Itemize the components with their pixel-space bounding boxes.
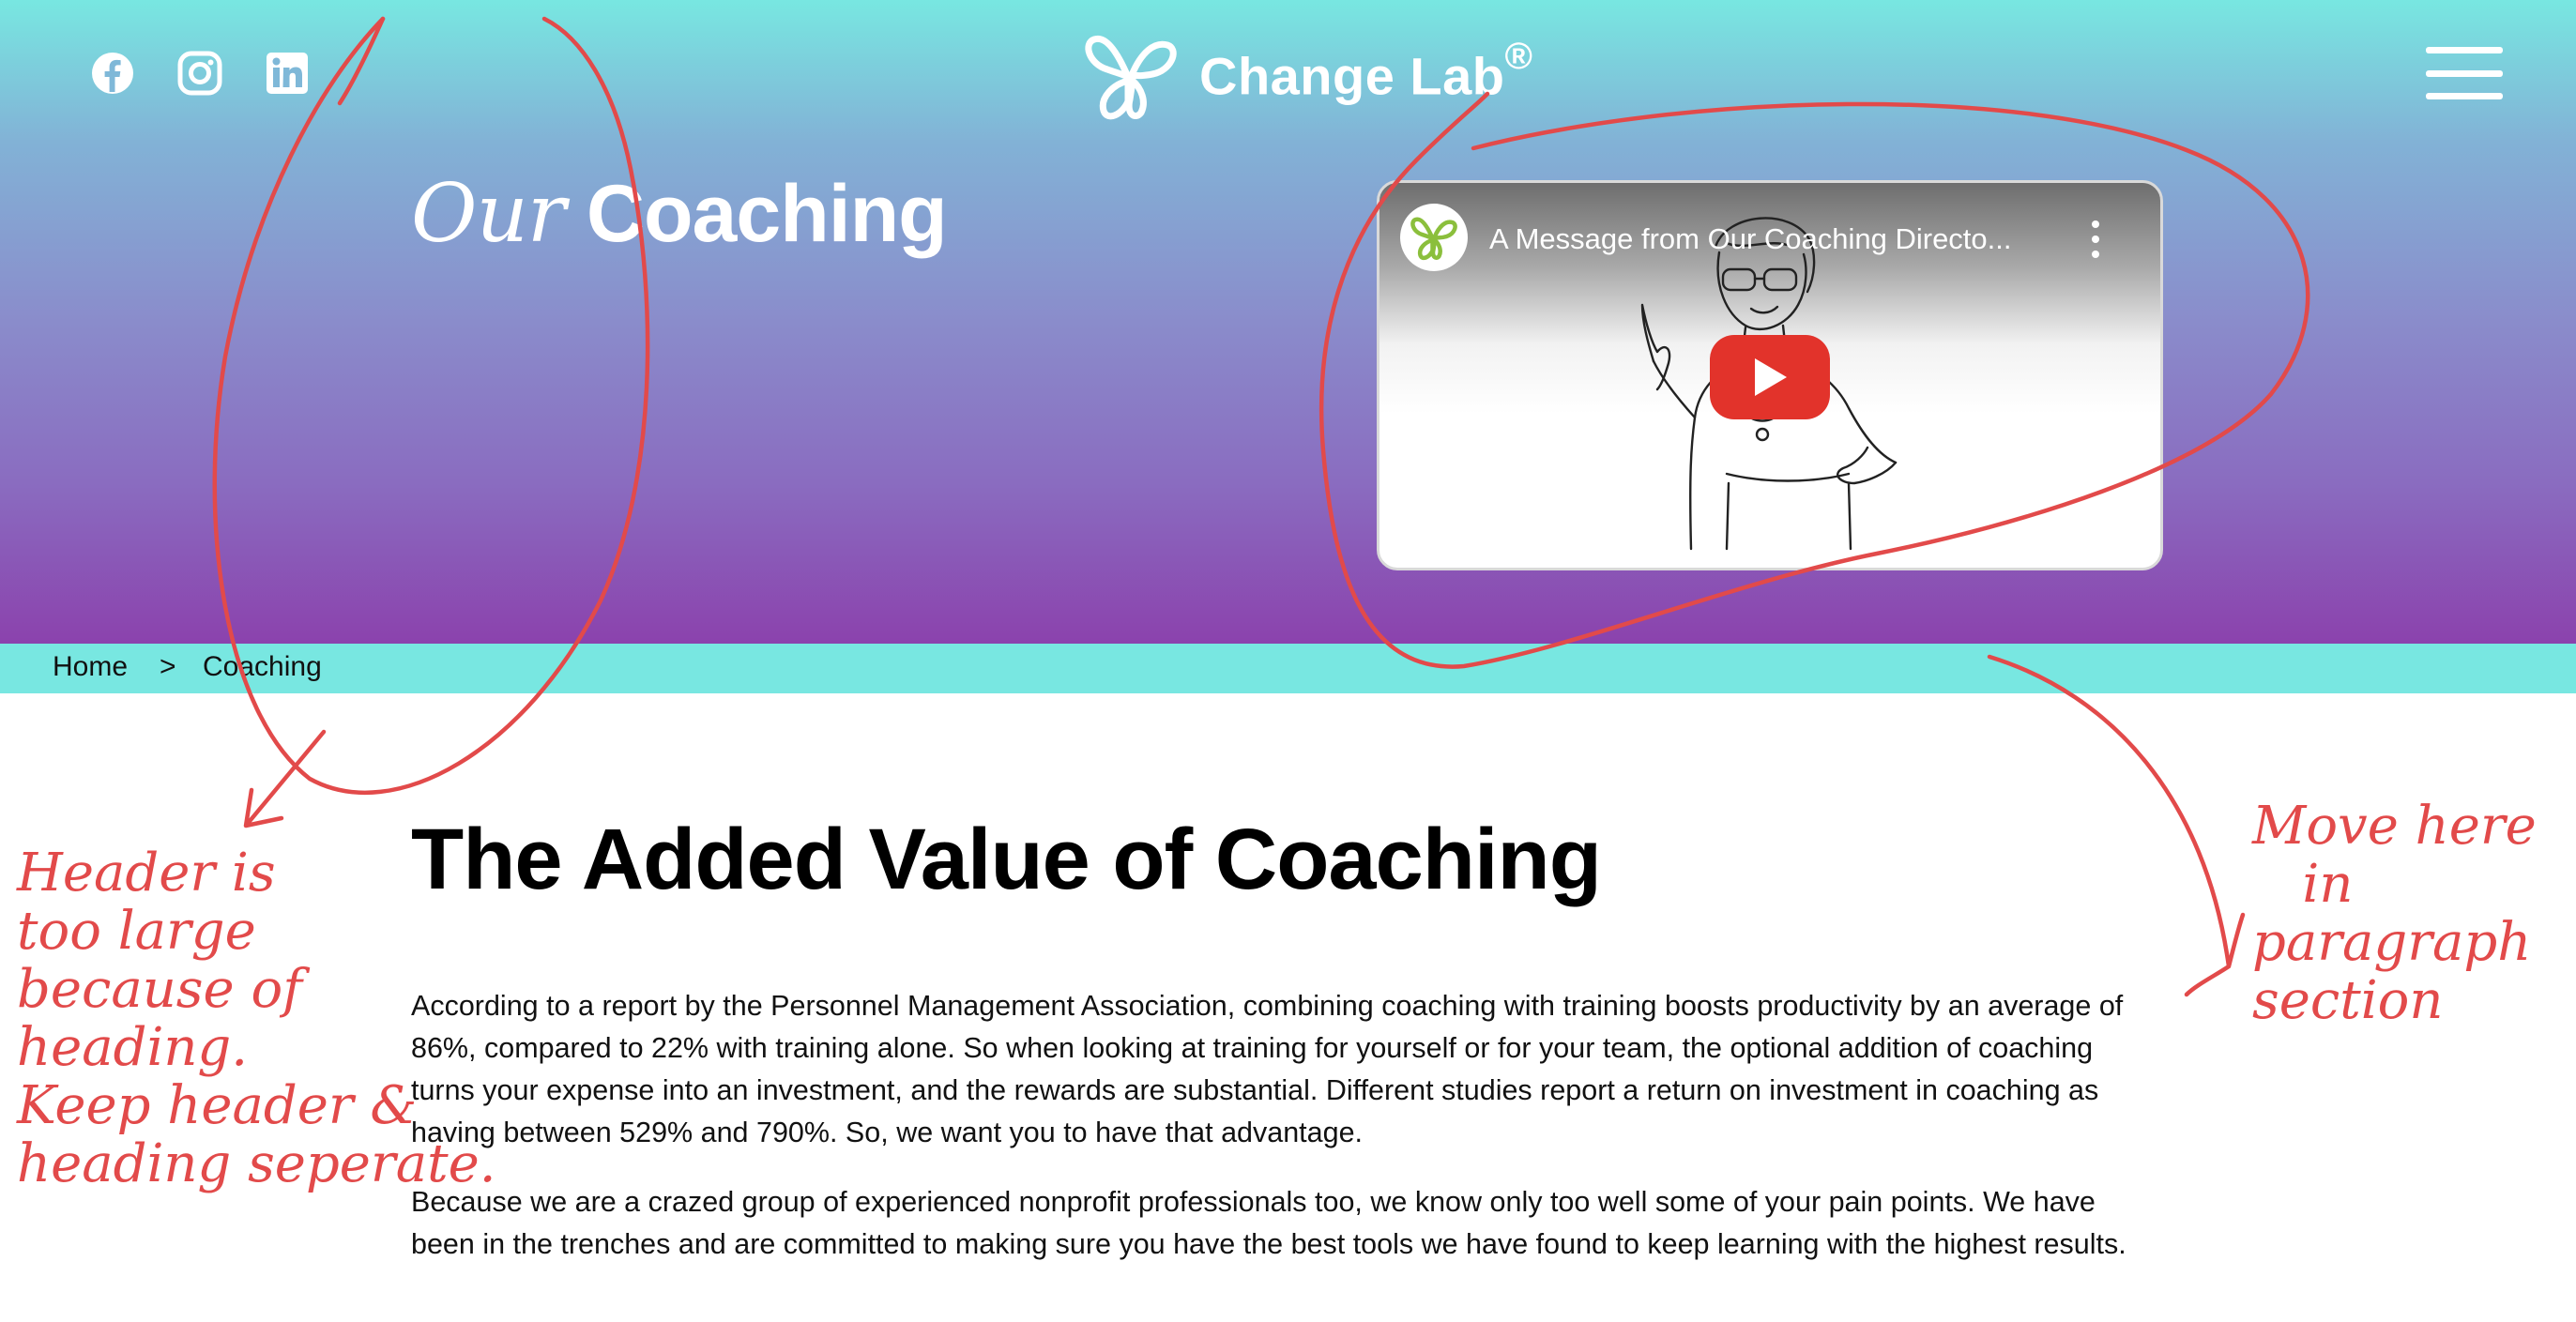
channel-avatar[interactable] <box>1400 204 1468 271</box>
brand-logo[interactable]: Change Lab® <box>1079 19 1532 131</box>
breadcrumb-current: Coaching <box>203 651 322 682</box>
hero-title: Our Coaching <box>411 167 948 261</box>
annotation-note-video: Move here in paragraph section <box>2252 796 2537 1031</box>
video-player[interactable]: A Message from Our Coaching Directo... <box>1377 180 2163 570</box>
breadcrumb-separator: > <box>160 651 176 682</box>
paragraph-1: According to a report by the Personnel M… <box>411 990 2124 1148</box>
breadcrumb: Home > Coaching <box>0 644 2576 693</box>
paragraph-2: Because we are a crazed group of experie… <box>411 1186 2126 1260</box>
breadcrumb-home[interactable]: Home <box>53 651 128 683</box>
annotation-note-header: Header is too large because of heading. … <box>17 843 496 1194</box>
brand-name: Change Lab® <box>1199 36 1533 106</box>
linkedin-icon[interactable] <box>259 45 315 101</box>
more-vertical-icon[interactable] <box>2081 220 2110 258</box>
video-title[interactable]: A Message from Our Coaching Directo... <box>1489 222 2012 256</box>
hero-header: Change Lab® Our Coaching A Message from … <box>0 0 2576 644</box>
page-heading: The Added Value of Coaching <box>411 812 1602 907</box>
butterfly-logo-icon <box>1085 35 1177 120</box>
hero-title-main: Coaching <box>586 169 948 259</box>
registered-mark: ® <box>1504 36 1533 78</box>
hamburger-menu-icon[interactable] <box>2426 47 2503 99</box>
hero-title-script: Our <box>411 167 566 261</box>
instagram-icon[interactable] <box>172 45 228 101</box>
play-icon[interactable] <box>1710 335 1830 419</box>
facebook-icon[interactable] <box>84 45 141 101</box>
